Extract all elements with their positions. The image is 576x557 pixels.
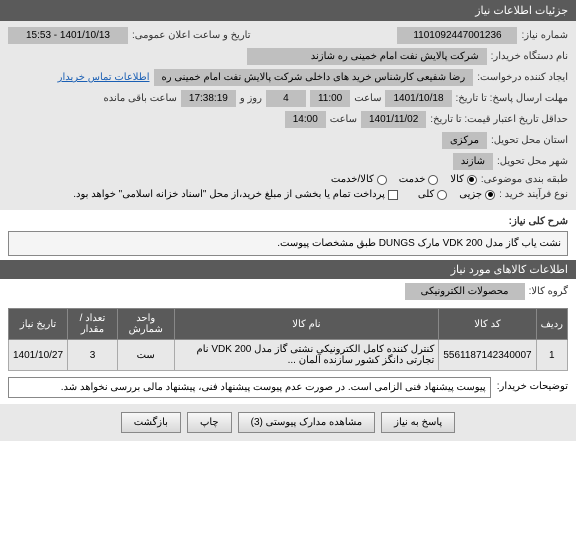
form-area: شماره نیاز: 1101092447001236 تاریخ و ساع… [0, 21, 576, 210]
days-label: روز و [240, 93, 262, 104]
page-header: جزئیات اطلاعات نیاز [0, 0, 576, 21]
radio-goods[interactable]: کالا [450, 174, 477, 185]
radio-dot-icon [428, 175, 438, 185]
checkbox-icon [388, 190, 398, 200]
items-table: ردیف کد کالا نام کالا واحد شمارش تعداد /… [8, 308, 568, 371]
radio-dot-icon [467, 175, 477, 185]
radio-partial-label: جزیی [459, 189, 482, 200]
radio-dot-icon [437, 190, 447, 200]
time-label-1: ساعت [354, 93, 381, 104]
table-row[interactable]: 1 5561187142340007 کنترل کننده کامل الکت… [9, 340, 568, 371]
radio-full-label: کلی [418, 189, 434, 200]
buyer-org-value: شرکت پالایش نفت امام خمینی ره شازند [247, 48, 487, 65]
creator-label: ایجاد کننده درخواست: [477, 72, 568, 83]
deadline-date: 1401/10/18 [385, 90, 451, 107]
creator-value: رضا شفیعی کارشناس خرید های داخلی شرکت پا… [154, 69, 474, 86]
category-group: کالا خدمت کالا/خدمت [331, 174, 477, 185]
th-name: نام کالا [174, 309, 439, 340]
price-valid-time: 14:00 [285, 111, 326, 128]
radio-goods-label: کالا [450, 174, 464, 185]
radio-goods-service-label: کالا/خدمت [331, 174, 374, 185]
city-label: شهر محل تحویل: [497, 156, 568, 167]
radio-goods-service[interactable]: کالا/خدمت [331, 174, 387, 185]
price-valid-label: حداقل تاریخ اعتبار قیمت: تا تاریخ: [430, 114, 568, 125]
radio-dot-icon [377, 175, 387, 185]
cell-qty: 3 [68, 340, 118, 371]
need-no-label: شماره نیاز: [521, 30, 568, 41]
process-label: نوع فرآیند خرید : [499, 189, 568, 200]
process-group: جزیی کلی [418, 189, 495, 200]
radio-service-label: خدمت [399, 174, 426, 185]
province-value: مرکزی [442, 132, 487, 149]
group-value: محصولات الکترونیکی [405, 283, 525, 300]
footer-buttons: پاسخ به نیاز مشاهده مدارک پیوستی (3) چاپ… [0, 404, 576, 441]
announce-value: 1401/10/13 - 15:53 [8, 27, 128, 44]
back-button[interactable]: بازگشت [121, 412, 181, 433]
cell-unit: ست [117, 340, 174, 371]
cell-code: 5561187142340007 [439, 340, 536, 371]
buyer-org-label: نام دستگاه خریدار: [491, 51, 568, 62]
th-qty: تعداد / مقدار [68, 309, 118, 340]
radio-dot-icon [485, 190, 495, 200]
items-section-title: اطلاعات کالاهای مورد نیاز [0, 260, 576, 279]
cell-name: کنترل کننده کامل الکترونیکی نشتی گاز مدل… [174, 340, 439, 371]
attachments-button[interactable]: مشاهده مدارک پیوستی (3) [238, 412, 376, 433]
radio-full[interactable]: کلی [418, 189, 447, 200]
radio-partial[interactable]: جزیی [459, 189, 495, 200]
cell-date: 1401/10/27 [9, 340, 68, 371]
countdown: 17:38:19 [181, 90, 236, 107]
need-no-value: 1101092447001236 [397, 27, 517, 44]
countdown-label: ساعت باقی مانده [104, 93, 177, 104]
buyer-note-text: پیوست پیشنهاد فنی الزامی است. در صورت عد… [61, 382, 486, 393]
category-label: طبقه بندی موضوعی: [481, 174, 568, 185]
announce-label: تاریخ و ساعت اعلان عمومی: [132, 30, 251, 41]
payment-check[interactable]: پرداخت تمام یا بخشی از مبلغ خرید،از محل … [73, 189, 398, 200]
payment-note: پرداخت تمام یا بخشی از مبلغ خرید،از محل … [73, 189, 385, 200]
radio-service[interactable]: خدمت [399, 174, 439, 185]
deadline-time: 11:00 [310, 90, 350, 107]
time-label-2: ساعت [330, 114, 357, 125]
buyer-note-label: توضیحات خریدار: [497, 377, 568, 398]
days-remaining: 4 [266, 90, 306, 107]
th-unit: واحد شمارش [117, 309, 174, 340]
reply-button[interactable]: پاسخ به نیاز [381, 412, 455, 433]
province-label: استان محل تحویل: [491, 135, 568, 146]
th-date: تاریخ نیاز [9, 309, 68, 340]
summary-text: نشت یاب گاز مدل VDK 200 مارک DUNGS طبق م… [277, 238, 561, 249]
th-code: کد کالا [439, 309, 536, 340]
deadline-label: مهلت ارسال پاسخ: تا تاریخ: [456, 93, 568, 104]
group-label: گروه کالا: [529, 286, 568, 297]
contact-link[interactable]: اطلاعات تماس خریدار [58, 72, 150, 83]
page-title: جزئیات اطلاعات نیاز [475, 5, 568, 17]
th-row: ردیف [536, 309, 567, 340]
summary-label: شرح کلی نیاز: [509, 216, 568, 227]
cell-row: 1 [536, 340, 567, 371]
items-section-label: اطلاعات کالاهای مورد نیاز [451, 264, 568, 276]
table-header-row: ردیف کد کالا نام کالا واحد شمارش تعداد /… [9, 309, 568, 340]
buyer-note-row: توضیحات خریدار: پیوست پیشنهاد فنی الزامی… [8, 377, 568, 398]
price-valid-date: 1401/11/02 [361, 111, 426, 128]
city-value: شازند [453, 153, 493, 170]
print-button[interactable]: چاپ [187, 412, 232, 433]
summary-box: نشت یاب گاز مدل VDK 200 مارک DUNGS طبق م… [8, 231, 568, 256]
buyer-note-box: پیوست پیشنهاد فنی الزامی است. در صورت عد… [8, 377, 491, 398]
